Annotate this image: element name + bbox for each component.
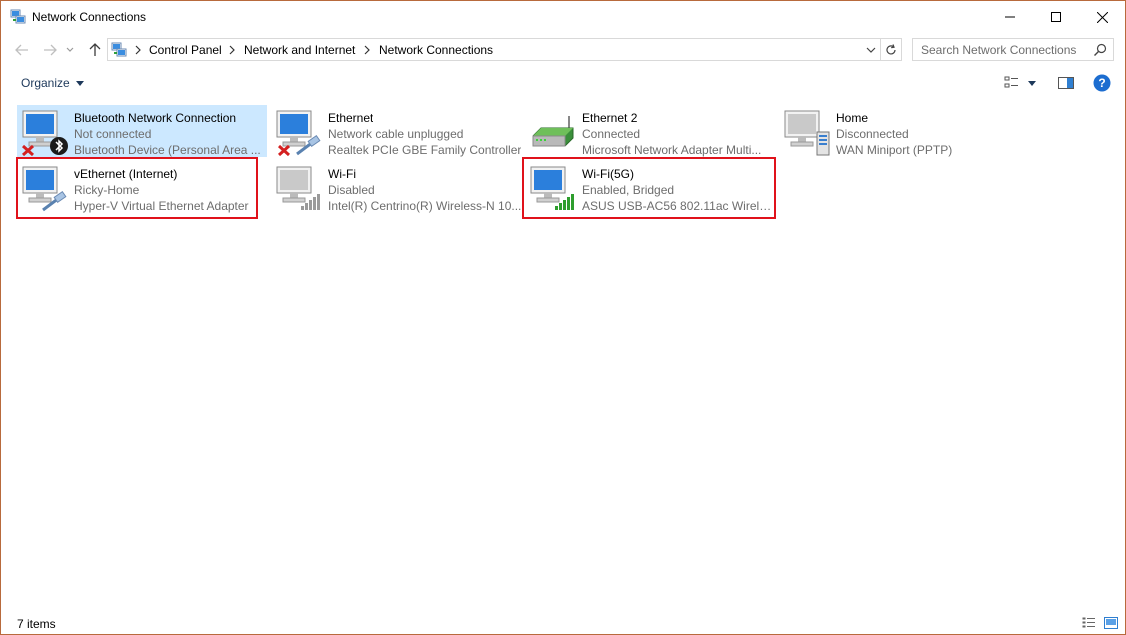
monitor-tower-icon [783, 108, 831, 156]
highlight-box-wifi-5g [522, 157, 776, 219]
recent-locations-button[interactable] [63, 39, 77, 61]
large-icons-view-button[interactable] [1104, 617, 1118, 629]
change-view-button[interactable] [1003, 75, 1021, 91]
highlight-box-vethernet [16, 157, 258, 219]
connection-name: Ethernet [328, 111, 374, 125]
connection-item-ethernet-2[interactable]: Ethernet 2 Connected Microsoft Network A… [525, 105, 775, 157]
forward-button[interactable] [39, 39, 61, 61]
monitor-bluetooth-icon [21, 108, 69, 157]
network-connections-app-icon [10, 9, 26, 25]
back-button[interactable] [11, 39, 33, 61]
large-icons-view-icon [1104, 617, 1118, 629]
close-button[interactable] [1079, 1, 1125, 33]
chevron-down-icon [66, 47, 74, 52]
organize-label: Organize [21, 76, 70, 90]
minimize-button[interactable] [987, 1, 1033, 33]
connection-device: Intel(R) Centrino(R) Wireless-N 10... [328, 199, 522, 213]
navigation-bar: Control Panel Network and Internet Netwo… [1, 35, 1125, 65]
search-icon [1094, 43, 1107, 56]
preview-pane-button[interactable] [1057, 75, 1075, 91]
connection-name: Bluetooth Network Connection [74, 111, 237, 125]
caret-down-icon [1028, 80, 1036, 86]
status-bar: 7 items [1, 611, 1125, 635]
help-button[interactable]: ? [1093, 74, 1111, 92]
title-bar: Network Connections [1, 1, 1125, 33]
breadcrumb-control-panel[interactable]: Control Panel [149, 43, 222, 57]
maximize-icon [1051, 12, 1061, 22]
more-view-options-button[interactable] [1025, 75, 1039, 91]
connection-status: Connected [582, 127, 641, 141]
connection-name: Wi-Fi [328, 167, 356, 181]
close-icon [1096, 11, 1108, 23]
chevron-down-icon [866, 47, 876, 53]
breadcrumb-separator-icon [135, 45, 141, 55]
address-bar[interactable]: Control Panel Network and Internet Netwo… [107, 38, 902, 61]
connection-item-wifi[interactable]: Wi-Fi Disabled Intel(R) Centrino(R) Wire… [271, 161, 521, 213]
connection-status: Not connected [74, 127, 152, 141]
organize-button[interactable]: Organize [21, 76, 84, 90]
connection-status: Disabled [328, 183, 375, 197]
details-view-button[interactable] [1082, 617, 1096, 629]
window-title: Network Connections [32, 10, 147, 24]
network-connections-window: Network Connections Control Panel Networ… [0, 0, 1126, 635]
caret-down-icon [75, 80, 84, 86]
command-bar: Organize ? [1, 67, 1125, 99]
connection-item-ethernet[interactable]: Ethernet Network cable unplugged Realtek… [271, 105, 521, 157]
connection-device: Realtek PCIe GBE Family Controller [328, 143, 522, 157]
connection-status: Disconnected [836, 127, 909, 141]
up-button[interactable] [84, 39, 106, 61]
help-icon: ? [1093, 74, 1111, 92]
connection-name: Ethernet 2 [582, 111, 638, 125]
connection-device: Bluetooth Device (Personal Area ... [74, 143, 261, 157]
monitor-cable-icon [275, 108, 323, 157]
connection-item-home[interactable]: Home Disconnected WAN Miniport (PPTP) [779, 105, 1029, 157]
refresh-icon [886, 43, 896, 54]
breadcrumb-network-and-internet[interactable]: Network and Internet [244, 43, 355, 57]
search-placeholder: Search Network Connections [921, 43, 1077, 57]
minimize-icon [1005, 16, 1015, 18]
connections-list: Bluetooth Network Connection Not connect… [1, 101, 1125, 601]
connection-name: Home [836, 111, 869, 125]
connection-device: Microsoft Network Adapter Multi... [582, 143, 762, 157]
svg-text:?: ? [1098, 76, 1105, 90]
item-count: 7 items [17, 617, 56, 631]
network-connections-icon [111, 42, 127, 58]
search-input[interactable]: Search Network Connections [912, 38, 1114, 61]
view-details-icon [1004, 76, 1018, 88]
connection-device: WAN Miniport (PPTP) [836, 143, 953, 157]
connection-item-bluetooth[interactable]: Bluetooth Network Connection Not connect… [17, 105, 267, 157]
connection-status: Network cable unplugged [328, 127, 464, 141]
breadcrumb-separator-icon [229, 45, 235, 55]
up-arrow-icon [89, 43, 101, 56]
maximize-button[interactable] [1033, 1, 1079, 33]
router-icon [529, 108, 577, 156]
details-view-icon [1082, 617, 1095, 628]
breadcrumb-network-connections[interactable]: Network Connections [379, 43, 493, 57]
preview-pane-icon [1058, 77, 1074, 89]
monitor-signal-gray-icon [275, 164, 323, 212]
refresh-button[interactable] [880, 39, 901, 60]
forward-arrow-icon [44, 44, 57, 56]
address-history-dropdown[interactable] [862, 41, 880, 58]
breadcrumb-separator-icon [364, 45, 370, 55]
back-arrow-icon [15, 44, 28, 56]
